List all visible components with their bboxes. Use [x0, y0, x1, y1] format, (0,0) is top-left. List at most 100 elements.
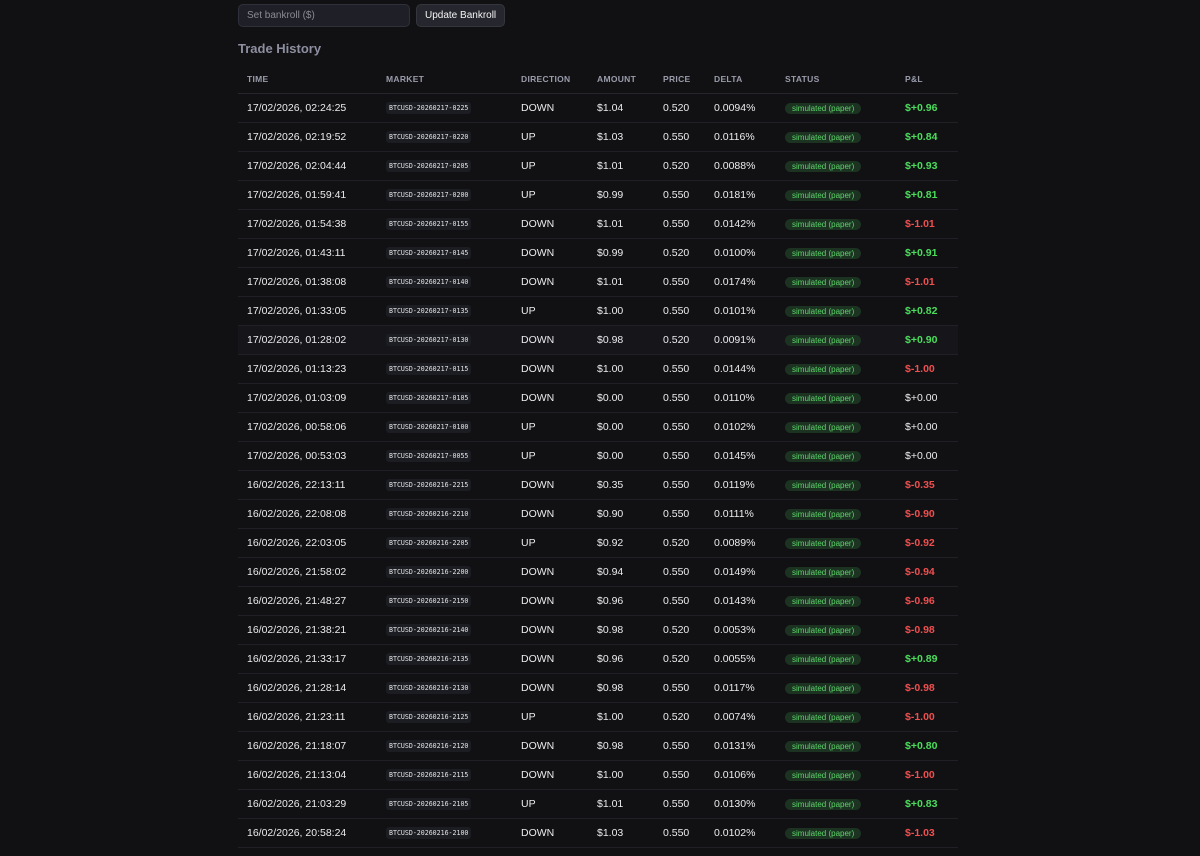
trade-price: 0.550 — [654, 441, 705, 471]
column-header-pnl[interactable]: P&L — [896, 65, 958, 94]
update-bankroll-button[interactable]: Update Bankroll — [416, 4, 506, 27]
trade-direction: DOWN — [512, 325, 588, 355]
trade-amount: $0.94 — [588, 557, 654, 587]
table-row[interactable]: 16/02/2026, 21:23:11 BTCUSD-20260216-2125… — [238, 702, 958, 732]
column-header-time[interactable]: TIME — [238, 65, 377, 94]
table-row[interactable]: 17/02/2026, 00:53:03 BTCUSD-20260217-0055… — [238, 441, 958, 471]
trade-status-cell: simulated (paper) — [776, 180, 896, 210]
table-row[interactable]: 16/02/2026, 20:58:24 BTCUSD-20260216-2100… — [238, 818, 958, 848]
trade-price: 0.520 — [654, 615, 705, 645]
table-row[interactable]: 17/02/2026, 00:58:06 BTCUSD-20260217-0100… — [238, 412, 958, 442]
trade-pnl: $+0.00 — [896, 383, 958, 413]
trade-status-cell: simulated (paper) — [776, 296, 896, 326]
trade-pnl: $-0.90 — [896, 499, 958, 529]
trade-status-cell: simulated (paper) — [776, 789, 896, 819]
table-row[interactable]: 16/02/2026, 21:13:04 BTCUSD-20260216-2115… — [238, 760, 958, 790]
table-row[interactable]: 17/02/2026, 01:28:02 BTCUSD-20260217-0130… — [238, 325, 958, 355]
table-row[interactable]: 16/02/2026, 21:28:14 BTCUSD-20260216-2130… — [238, 673, 958, 703]
trade-status-cell: simulated (paper) — [776, 673, 896, 703]
table-row[interactable]: 16/02/2026, 21:48:27 BTCUSD-20260216-2150… — [238, 586, 958, 616]
trade-market-cell: BTCUSD-20260217-0115 — [377, 354, 512, 384]
trade-time: 16/02/2026, 22:08:08 — [238, 499, 377, 529]
table-row[interactable]: 17/02/2026, 01:03:09 BTCUSD-20260217-0105… — [238, 383, 958, 413]
table-row[interactable]: 16/02/2026, 22:08:08 BTCUSD-20260216-2210… — [238, 499, 958, 529]
trade-price: 0.550 — [654, 470, 705, 500]
trade-amount: $0.35 — [588, 470, 654, 500]
trade-status-cell: simulated (paper) — [776, 470, 896, 500]
trade-direction: UP — [512, 441, 588, 471]
trade-delta: 0.0089% — [705, 528, 776, 558]
trade-direction: UP — [512, 412, 588, 442]
column-header-price[interactable]: PRICE — [654, 65, 705, 94]
table-row[interactable]: 16/02/2026, 22:03:05 BTCUSD-20260216-2205… — [238, 528, 958, 558]
trade-status-cell: simulated (paper) — [776, 818, 896, 848]
trade-delta: 0.0055% — [705, 644, 776, 674]
trade-delta: 0.0117% — [705, 673, 776, 703]
table-row[interactable]: 17/02/2026, 01:33:05 BTCUSD-20260217-0135… — [238, 296, 958, 326]
trade-pnl: $+0.83 — [896, 789, 958, 819]
status-badge: simulated (paper) — [785, 421, 862, 433]
trade-rows: 17/02/2026, 02:24:25 BTCUSD-20260217-0225… — [238, 93, 958, 848]
trade-amount: $1.00 — [588, 296, 654, 326]
column-header-amount[interactable]: AMOUNT — [588, 65, 654, 94]
table-row[interactable]: 17/02/2026, 01:13:23 BTCUSD-20260217-0115… — [238, 354, 958, 384]
trade-amount: $1.01 — [588, 267, 654, 297]
column-header-market[interactable]: MARKET — [377, 65, 512, 94]
trade-pnl: $-1.00 — [896, 760, 958, 790]
market-id: BTCUSD-20260217-0055 — [386, 450, 472, 463]
trade-pnl: $-0.98 — [896, 615, 958, 645]
table-row[interactable]: 17/02/2026, 02:04:44 BTCUSD-20260217-0205… — [238, 151, 958, 181]
trade-market-cell: BTCUSD-20260216-2205 — [377, 528, 512, 558]
table-row[interactable]: 16/02/2026, 22:13:11 BTCUSD-20260216-2215… — [238, 470, 958, 500]
trade-time: 16/02/2026, 21:48:27 — [238, 586, 377, 616]
trade-status-cell: simulated (paper) — [776, 760, 896, 790]
trade-history-title: Trade History — [238, 41, 322, 56]
trade-status-cell: simulated (paper) — [776, 528, 896, 558]
trade-time: 16/02/2026, 21:03:29 — [238, 789, 377, 819]
trade-pnl: $-1.00 — [896, 354, 958, 384]
market-id: BTCUSD-20260216-2215 — [386, 479, 472, 492]
table-row[interactable]: 17/02/2026, 01:38:08 BTCUSD-20260217-0140… — [238, 267, 958, 297]
market-id: BTCUSD-20260217-0135 — [386, 305, 472, 318]
trade-delta: 0.0110% — [705, 383, 776, 413]
trade-direction: DOWN — [512, 238, 588, 268]
table-row[interactable]: 17/02/2026, 02:24:25 BTCUSD-20260217-0225… — [238, 93, 958, 123]
trade-status-cell: simulated (paper) — [776, 238, 896, 268]
status-badge: simulated (paper) — [785, 653, 862, 665]
trade-status-cell: simulated (paper) — [776, 557, 896, 587]
trade-amount: $1.03 — [588, 122, 654, 152]
trade-pnl: $-0.96 — [896, 586, 958, 616]
table-row[interactable]: 17/02/2026, 02:19:52 BTCUSD-20260217-0220… — [238, 122, 958, 152]
table-row[interactable]: 17/02/2026, 01:43:11 BTCUSD-20260217-0145… — [238, 238, 958, 268]
trade-delta: 0.0181% — [705, 180, 776, 210]
trade-direction: DOWN — [512, 644, 588, 674]
table-row[interactable]: 17/02/2026, 01:59:41 BTCUSD-20260217-0200… — [238, 180, 958, 210]
trade-market-cell: BTCUSD-20260216-2150 — [377, 586, 512, 616]
table-row[interactable]: 17/02/2026, 01:54:38 BTCUSD-20260217-0155… — [238, 209, 958, 239]
trade-time: 17/02/2026, 01:38:08 — [238, 267, 377, 297]
table-row[interactable]: 16/02/2026, 21:18:07 BTCUSD-20260216-2120… — [238, 731, 958, 761]
column-header-status[interactable]: STATUS — [776, 65, 896, 94]
trade-direction: UP — [512, 296, 588, 326]
trade-status-cell: simulated (paper) — [776, 151, 896, 181]
table-row[interactable]: 16/02/2026, 21:03:29 BTCUSD-20260216-2105… — [238, 789, 958, 819]
column-header-delta[interactable]: DELTA — [705, 65, 776, 94]
table-row[interactable]: 16/02/2026, 21:58:02 BTCUSD-20260216-2200… — [238, 557, 958, 587]
trade-amount: $0.00 — [588, 383, 654, 413]
trade-amount: $0.99 — [588, 238, 654, 268]
trade-pnl: $-1.03 — [896, 818, 958, 848]
trade-price: 0.550 — [654, 789, 705, 819]
column-header-direction[interactable]: DIRECTION — [512, 65, 588, 94]
table-row[interactable]: 16/02/2026, 21:38:21 BTCUSD-20260216-2140… — [238, 615, 958, 645]
bankroll-input[interactable] — [238, 4, 410, 27]
market-id: BTCUSD-20260216-2200 — [386, 566, 472, 579]
trade-price: 0.550 — [654, 383, 705, 413]
trade-price: 0.520 — [654, 325, 705, 355]
table-row[interactable]: 16/02/2026, 21:33:17 BTCUSD-20260216-2135… — [238, 644, 958, 674]
trade-time: 17/02/2026, 01:33:05 — [238, 296, 377, 326]
trade-status-cell: simulated (paper) — [776, 93, 896, 123]
status-badge: simulated (paper) — [785, 624, 862, 636]
trade-price: 0.550 — [654, 731, 705, 761]
trade-pnl: $+0.80 — [896, 731, 958, 761]
trade-direction: DOWN — [512, 499, 588, 529]
